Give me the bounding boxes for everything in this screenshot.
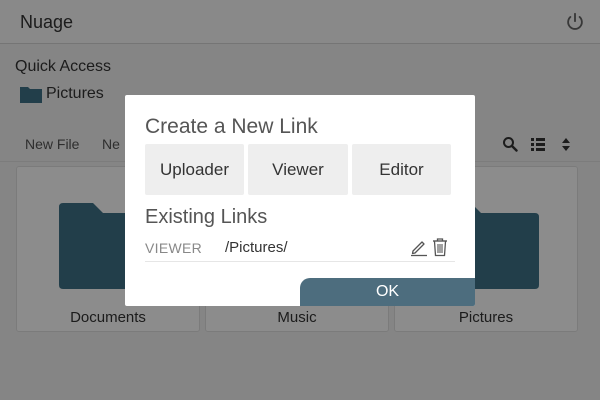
viewer-button[interactable]: Viewer — [248, 144, 348, 195]
dialog-title: Create a New Link — [145, 115, 318, 138]
uploader-button[interactable]: Uploader — [145, 144, 244, 195]
link-path[interactable]: /Pictures/ — [225, 239, 288, 256]
existing-links-heading: Existing Links — [145, 206, 268, 228]
ok-button[interactable]: OK — [300, 278, 475, 306]
link-type-label: VIEWER — [145, 240, 203, 256]
edit-icon[interactable] — [409, 237, 429, 257]
share-link-dialog: Create a New Link Uploader Viewer Editor… — [125, 95, 475, 306]
editor-button[interactable]: Editor — [352, 144, 451, 195]
link-row: VIEWER /Pictures/ — [145, 234, 455, 262]
trash-icon[interactable] — [431, 237, 449, 257]
